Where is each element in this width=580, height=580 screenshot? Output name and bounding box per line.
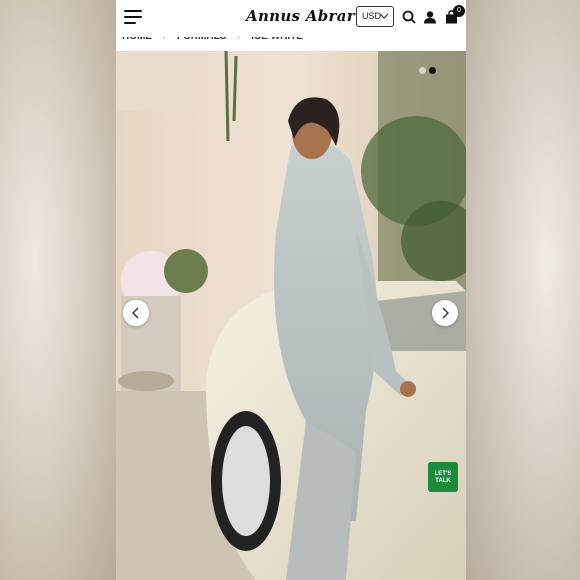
hamburger-menu-icon[interactable] xyxy=(124,10,142,24)
background-blur-left xyxy=(0,0,116,580)
product-hero-image xyxy=(116,51,466,580)
account-icon[interactable] xyxy=(423,10,437,24)
model-photo-illustration xyxy=(116,51,466,580)
mobile-page: Annus Abrar USD 0 HOME › FORMALS › ICE W… xyxy=(116,0,466,580)
brand-logo[interactable]: Annus Abrar xyxy=(246,7,355,25)
previous-image-button[interactable] xyxy=(123,300,149,326)
cart-count-badge: 0 xyxy=(453,5,465,17)
background-blur-right xyxy=(466,0,580,580)
slide-dot[interactable] xyxy=(419,67,426,74)
chevron-down-icon xyxy=(379,13,389,19)
slide-indicator xyxy=(419,61,439,79)
next-image-button[interactable] xyxy=(432,300,458,326)
search-icon[interactable] xyxy=(402,10,416,24)
chevron-left-icon xyxy=(132,307,139,319)
chat-button[interactable]: LET'S TALK xyxy=(428,462,458,492)
slide-dot-active[interactable] xyxy=(429,67,436,74)
chevron-right-icon xyxy=(442,307,449,319)
site-header: Annus Abrar USD 0 xyxy=(116,0,466,37)
chat-label: LET'S TALK xyxy=(434,471,452,484)
currency-selector[interactable]: USD xyxy=(356,6,394,27)
